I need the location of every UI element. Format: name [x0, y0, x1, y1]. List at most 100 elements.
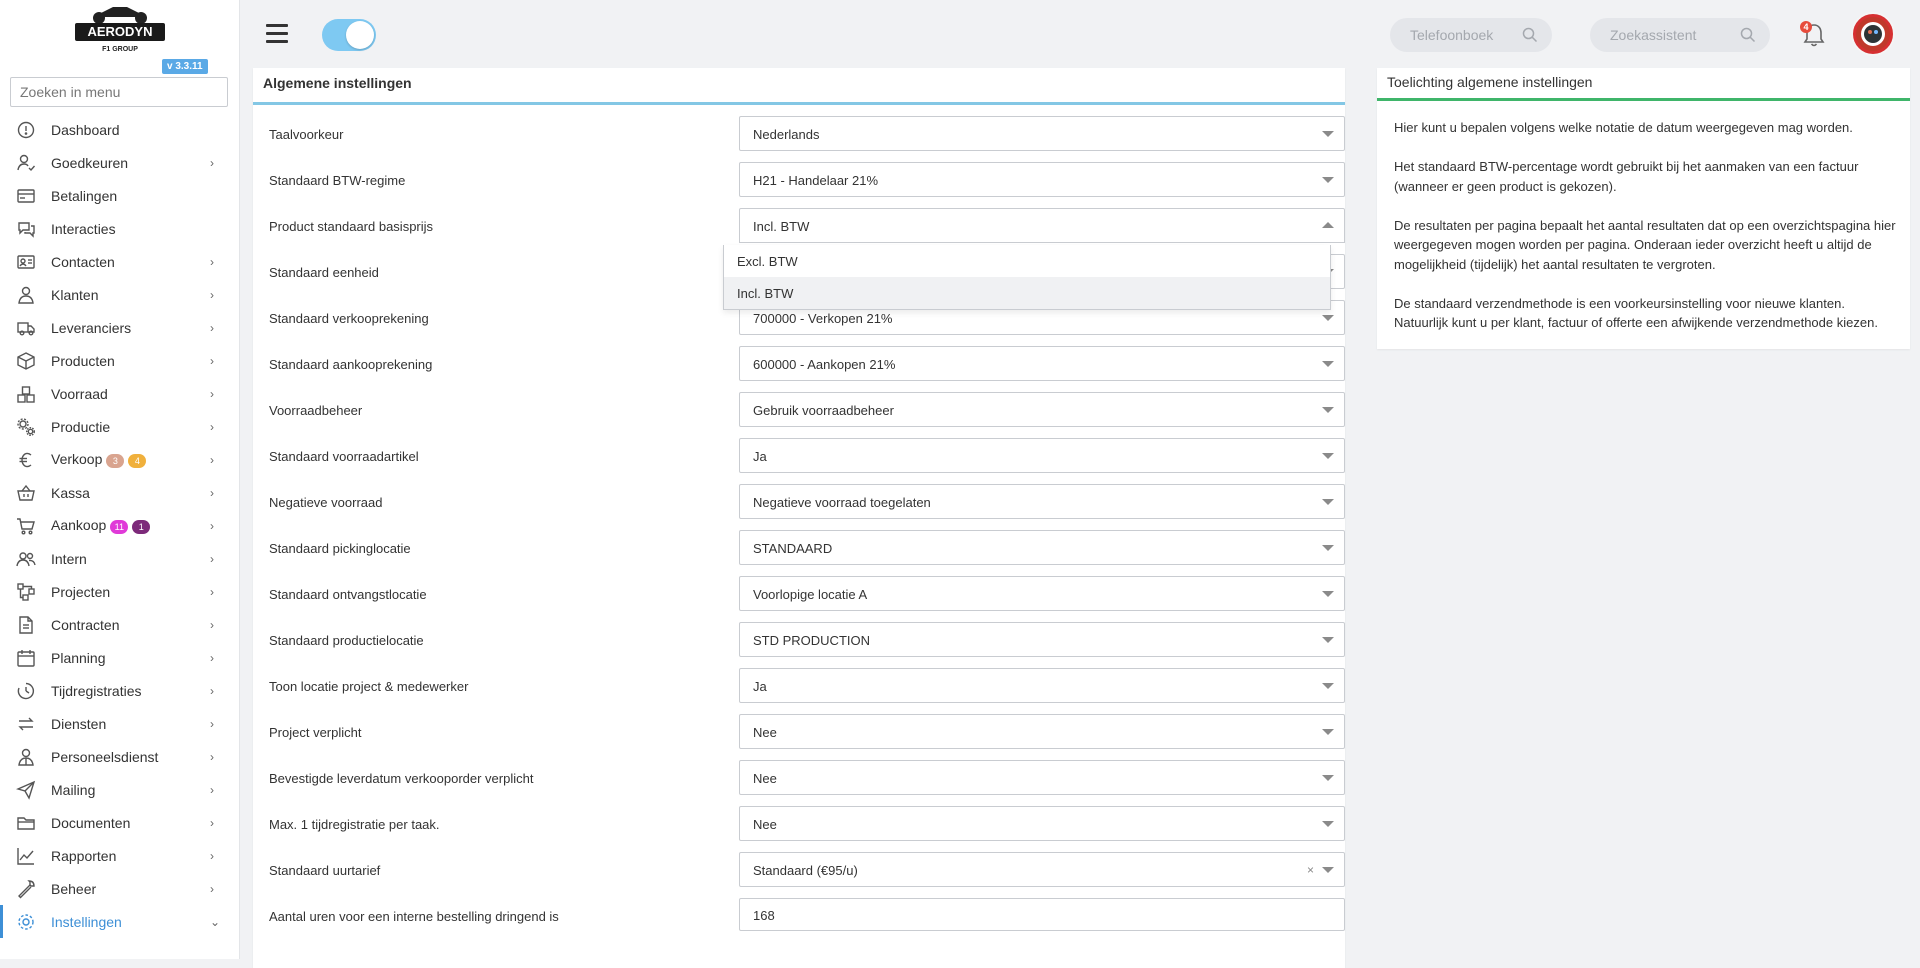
sidebar-item-rapporten[interactable]: Rapporten ›	[0, 839, 239, 872]
help-divider	[1377, 98, 1910, 101]
phonebook-search-input[interactable]: Telefoonboek	[1390, 18, 1552, 52]
setting-select[interactable]: Nee	[739, 760, 1345, 795]
help-paragraph: Hier kunt u bepalen volgens welke notati…	[1394, 120, 1853, 135]
caret-down-icon[interactable]	[1322, 545, 1334, 551]
setting-select[interactable]: Nee	[739, 714, 1345, 749]
caret-down-icon[interactable]	[1322, 637, 1334, 643]
setting-select[interactable]: Incl. BTW	[739, 208, 1345, 243]
dropdown-option[interactable]: Incl. BTW	[724, 277, 1330, 309]
setting-label: Standaard aankooprekening	[269, 357, 433, 372]
sidebar-item-contracten[interactable]: Contracten ›	[0, 608, 239, 641]
page-title: Algemene instellingen	[263, 75, 412, 91]
sidebar-item-dashboard[interactable]: Dashboard	[0, 113, 239, 146]
notification-count-badge: 4	[1800, 21, 1812, 33]
setting-select[interactable]: Negatieve voorraad toegelaten	[739, 484, 1345, 519]
sidebar-item-label: Projecten	[51, 583, 111, 600]
sidebar-item-contacten[interactable]: Contacten ›	[0, 245, 239, 278]
select-value: Nederlands	[753, 127, 820, 142]
clock-icon	[16, 681, 36, 701]
sidebar-item-productie[interactable]: Productie ›	[0, 410, 239, 443]
caret-down-icon[interactable]	[1322, 821, 1334, 827]
sidebar-item-betalingen[interactable]: Betalingen	[0, 179, 239, 212]
sidebar-item-tijdregistraties[interactable]: Tijdregistraties ›	[0, 674, 239, 707]
user-avatar[interactable]	[1851, 12, 1895, 56]
caret-down-icon[interactable]	[1322, 453, 1334, 459]
company-logo[interactable]: AERODYN F1 GROUP	[73, 3, 167, 55]
select-value: Nee	[753, 771, 777, 786]
setting-select[interactable]: Ja	[739, 668, 1345, 703]
help-title: Toelichting algemene instellingen	[1387, 74, 1593, 90]
chevron-right-icon: ›	[210, 750, 214, 764]
sidebar-item-label: Klanten	[51, 286, 99, 303]
caret-down-icon[interactable]	[1322, 315, 1334, 321]
settings-row: Voorraadbeheer Gebruik voorraadbeheer	[269, 392, 1345, 428]
sidebar-item-verkoop[interactable]: Verkoop 3 4 ›	[0, 443, 239, 476]
select-value: STD PRODUCTION	[753, 633, 870, 648]
chevron-right-icon: ›	[210, 585, 214, 599]
box-icon	[16, 351, 36, 371]
sidebar-item-documenten[interactable]: Documenten ›	[0, 806, 239, 839]
staff-icon	[16, 747, 36, 767]
setting-label: Standaard productielocatie	[269, 633, 424, 648]
settings-row: Negatieve voorraad Negatieve voorraad toe…	[269, 484, 1345, 520]
caret-down-icon[interactable]	[1322, 131, 1334, 137]
chevron-right-icon: ›	[210, 618, 214, 632]
chevron-right-icon: ›	[210, 552, 214, 566]
chevron-right-icon: ›	[210, 288, 214, 302]
setting-input[interactable]: 168	[739, 898, 1345, 931]
caret-down-icon[interactable]	[1322, 177, 1334, 183]
sidebar-item-instellingen[interactable]: Instellingen ⌄	[0, 905, 239, 938]
sidebar-item-goedkeuren[interactable]: Goedkeuren ›	[0, 146, 239, 179]
sidebar-item-label: Intern	[51, 550, 87, 567]
sidebar-item-voorraad[interactable]: Voorraad ›	[0, 377, 239, 410]
sidebar-item-producten[interactable]: Producten ›	[0, 344, 239, 377]
caret-down-icon[interactable]	[1322, 361, 1334, 367]
setting-select[interactable]: Standaard (€95/u) ×	[739, 852, 1345, 887]
menu-search-input[interactable]: Zoeken in menu	[10, 77, 228, 107]
setting-select[interactable]: H21 - Handelaar 21%	[739, 162, 1345, 197]
assistant-search-input[interactable]: Zoekassistent	[1590, 18, 1770, 52]
caret-down-icon[interactable]	[1322, 683, 1334, 689]
sidebar-item-projecten[interactable]: Projecten ›	[0, 575, 239, 608]
caret-down-icon[interactable]	[1322, 499, 1334, 505]
setting-select[interactable]: Nederlands	[739, 116, 1345, 151]
sidebar-item-intern[interactable]: Intern ›	[0, 542, 239, 575]
help-paragraph: De standaard verzendmethode is een voork…	[1394, 295, 1878, 331]
setting-select[interactable]: STD PRODUCTION	[739, 622, 1345, 657]
sidebar-item-kassa[interactable]: Kassa ›	[0, 476, 239, 509]
sidebar-item-diensten[interactable]: Diensten ›	[0, 707, 239, 740]
setting-select[interactable]: Nee	[739, 806, 1345, 841]
help-paragraph: Het standaard BTW-percentage wordt gebru…	[1394, 159, 1859, 194]
setting-select[interactable]: STANDAARD	[739, 530, 1345, 565]
setting-select[interactable]: Ja	[739, 438, 1345, 473]
sidebar-item-aankoop[interactable]: Aankoop 11 1 ›	[0, 509, 239, 542]
clear-icon[interactable]: ×	[1307, 863, 1314, 877]
search-icon[interactable]	[1522, 27, 1538, 43]
search-icon[interactable]	[1740, 27, 1756, 43]
setting-select[interactable]: Gebruik voorraadbeheer	[739, 392, 1345, 427]
caret-down-icon[interactable]	[1322, 775, 1334, 781]
caret-down-icon[interactable]	[1322, 407, 1334, 413]
caret-up-icon[interactable]	[1322, 222, 1334, 228]
setting-select[interactable]: Voorlopige locatie A	[739, 576, 1345, 611]
setting-select[interactable]: 600000 - Aankopen 21%	[739, 346, 1345, 381]
chart-icon	[16, 846, 36, 866]
hamburger-menu-icon[interactable]	[266, 24, 288, 44]
caret-down-icon[interactable]	[1322, 867, 1334, 873]
sidebar-item-leveranciers[interactable]: Leveranciers ›	[0, 311, 239, 344]
sidebar-item-mailing[interactable]: Mailing ›	[0, 773, 239, 806]
sidebar-item-personeelsdienst[interactable]: Personeelsdienst ›	[0, 740, 239, 773]
sidebar-item-label: Contracten	[51, 616, 120, 633]
caret-down-icon[interactable]	[1322, 591, 1334, 597]
folder-icon	[16, 813, 36, 833]
sidebar-item-beheer[interactable]: Beheer ›	[0, 872, 239, 905]
dropdown-option[interactable]: Excl. BTW	[724, 245, 1330, 277]
sidebar-toggle[interactable]	[322, 19, 376, 51]
settings-row: Product standaard basisprijs Incl. BTW	[269, 208, 1345, 244]
setting-label: Product standaard basisprijs	[269, 219, 434, 234]
sidebar-item-planning[interactable]: Planning ›	[0, 641, 239, 674]
settings-row: Project verplicht Nee	[269, 714, 1345, 750]
caret-down-icon[interactable]	[1322, 729, 1334, 735]
sidebar-item-interacties[interactable]: Interacties	[0, 212, 239, 245]
sidebar-item-klanten[interactable]: Klanten ›	[0, 278, 239, 311]
